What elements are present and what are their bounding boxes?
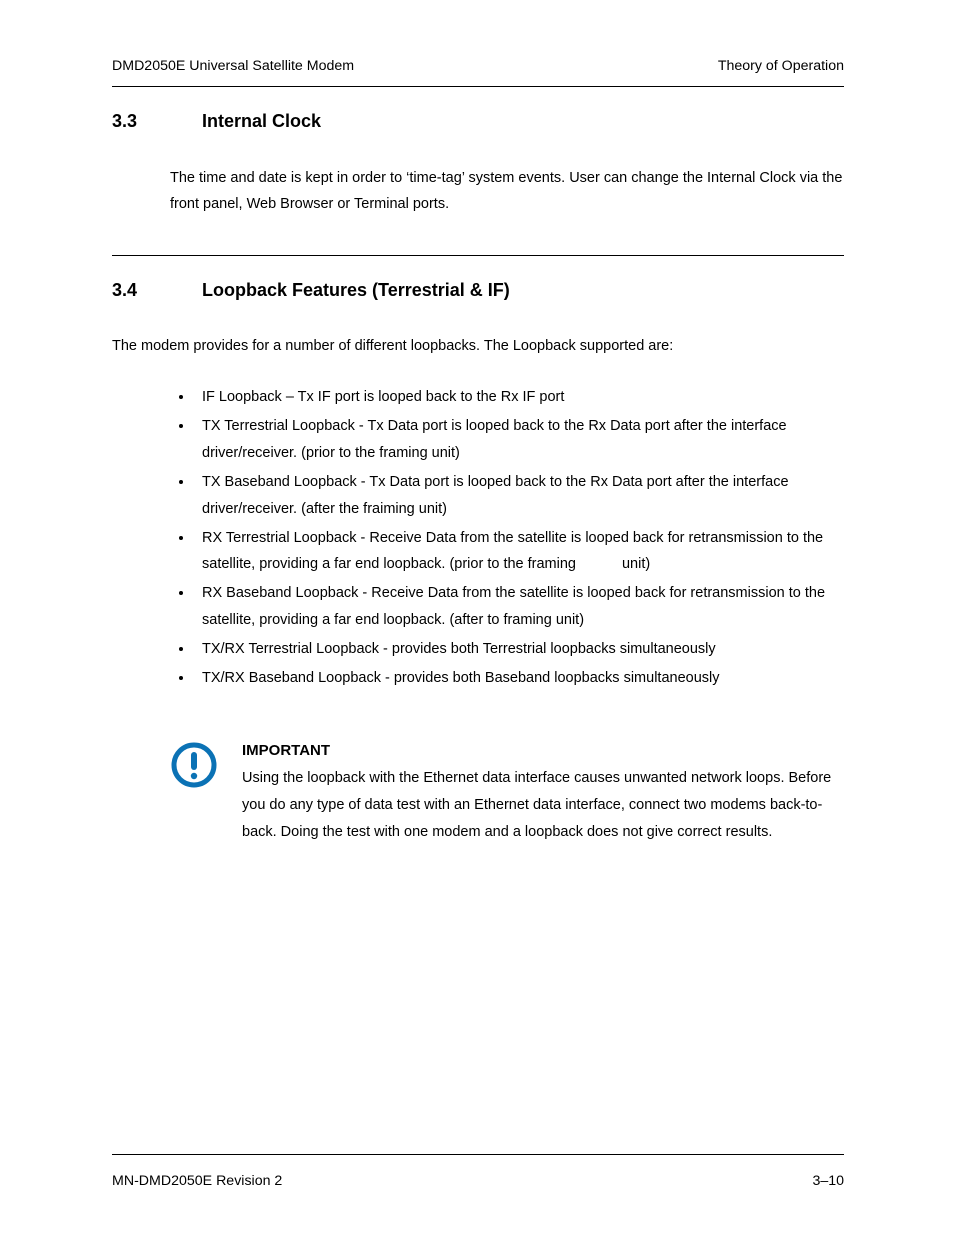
header-right: Theory of Operation [718,58,844,74]
important-label: IMPORTANT [242,737,844,765]
header-left: DMD2050E Universal Satellite Modem [112,58,354,74]
footer-rule [112,1154,844,1155]
section-rule [112,255,844,256]
list-item: TX Terrestrial Loopback - Tx Data port i… [194,413,844,467]
section-3-4-intro: The modem provides for a number of diffe… [112,333,844,360]
header-rule [112,86,844,87]
list-item: IF Loopback – Tx IF port is looped back … [194,384,844,411]
list-item: TX/RX Terrestrial Loopback - provides bo… [194,636,844,663]
section-heading-3-4: 3.4 Loopback Features (Terrestrial & IF) [112,280,844,301]
exclamation-circle-icon [170,737,220,845]
section-number: 3.4 [112,280,202,301]
section-heading-3-3: 3.3 Internal Clock [112,111,844,132]
list-item-text: RX Terrestrial Loopback - Receive Data f… [202,530,823,573]
document-page: DMD2050E Universal Satellite Modem Theor… [0,0,954,1235]
list-item: RX Baseband Loopback - Receive Data from… [194,580,844,634]
footer-right: 3–10 [812,1173,844,1189]
list-item-tail: unit) [622,556,650,572]
list-item: TX Baseband Loopback - Tx Data port is l… [194,469,844,523]
section-number: 3.3 [112,111,202,132]
list-item: TX/RX Baseband Loopback - provides both … [194,665,844,692]
section-3-3-paragraph: The time and date is kept in order to ‘t… [170,165,844,219]
page-header: DMD2050E Universal Satellite Modem Theor… [112,58,844,74]
loopback-list: IF Loopback – Tx IF port is looped back … [112,384,844,693]
important-block: IMPORTANT Using the loopback with the Et… [170,737,844,845]
section-title: Loopback Features (Terrestrial & IF) [202,280,844,301]
footer-left: MN-DMD2050E Revision 2 [112,1173,282,1189]
important-text: IMPORTANT Using the loopback with the Et… [220,737,844,845]
section-title: Internal Clock [202,111,844,132]
page-footer: MN-DMD2050E Revision 2 3–10 [112,1173,844,1189]
list-item: RX Terrestrial Loopback - Receive Data f… [194,525,844,579]
important-body: Using the loopback with the Ethernet dat… [242,765,844,845]
